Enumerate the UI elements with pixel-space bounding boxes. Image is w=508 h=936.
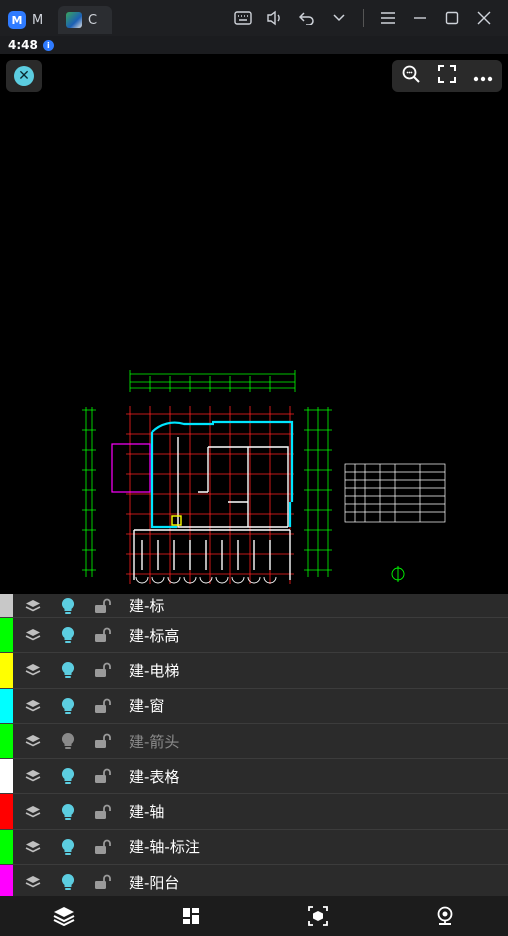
- fullscreen-icon[interactable]: [437, 65, 456, 87]
- layer-color-swatch[interactable]: [0, 618, 13, 653]
- layer-stack-icon[interactable]: [24, 873, 42, 891]
- unlock-icon[interactable]: [94, 838, 112, 856]
- app-logo-icon: M: [8, 11, 26, 29]
- layer-row[interactable]: 建-轴: [0, 794, 508, 830]
- bottom-toolbar: [0, 896, 508, 936]
- back-icon[interactable]: [293, 4, 321, 32]
- status-bar: 4:48 i: [0, 36, 508, 54]
- lightbulb-icon[interactable]: [59, 838, 77, 856]
- menu-icon[interactable]: [374, 4, 402, 32]
- layer-name: 建-电梯: [129, 661, 180, 680]
- layout-button[interactable]: [171, 898, 211, 934]
- cube-scan-icon: [307, 906, 328, 926]
- layer-color-swatch[interactable]: [0, 653, 13, 688]
- layer-stack-icon[interactable]: [24, 803, 42, 821]
- tab-label: C: [88, 12, 98, 28]
- layer-row[interactable]: 建-阳台: [0, 865, 508, 896]
- layer-stack-icon[interactable]: [24, 697, 42, 715]
- layer-stack-icon[interactable]: [24, 661, 42, 679]
- lightbulb-icon[interactable]: [59, 626, 77, 644]
- keyboard-icon[interactable]: [229, 4, 257, 32]
- layer-row[interactable]: 建-标: [0, 594, 508, 618]
- layer-row[interactable]: 建-窗: [0, 688, 508, 724]
- unlock-icon[interactable]: [94, 626, 112, 644]
- layer-stack-icon[interactable]: [24, 732, 42, 750]
- webcam-icon: [437, 906, 452, 925]
- layers-button[interactable]: [44, 898, 84, 934]
- layer-color-swatch[interactable]: [0, 865, 13, 896]
- lightbulb-icon[interactable]: [59, 732, 77, 750]
- unlock-icon[interactable]: [94, 873, 112, 891]
- layer-row[interactable]: 建-电梯: [0, 653, 508, 689]
- maximize-icon[interactable]: [438, 4, 466, 32]
- unlock-icon[interactable]: [94, 803, 112, 821]
- layer-name: 建-箭头: [129, 732, 180, 751]
- layer-color-swatch[interactable]: [0, 723, 13, 759]
- close-drawing-button[interactable]: ✕: [6, 60, 42, 92]
- lightbulb-icon[interactable]: [59, 661, 77, 679]
- lightbulb-icon[interactable]: [59, 697, 77, 715]
- layer-stack-icon[interactable]: [24, 838, 42, 856]
- tab-cad[interactable]: C: [58, 6, 112, 34]
- layer-row[interactable]: 建-表格: [0, 759, 508, 795]
- layer-stack-icon[interactable]: [24, 626, 42, 644]
- unlock-icon[interactable]: [94, 661, 112, 679]
- layer-color-swatch[interactable]: [0, 759, 13, 794]
- layer-color-swatch[interactable]: [0, 594, 13, 617]
- layer-name: 建-标: [129, 597, 165, 615]
- tab-label: M: [32, 12, 44, 28]
- viewer-toolbar: [392, 60, 502, 92]
- unlock-icon[interactable]: [94, 732, 112, 750]
- layers-icon: [53, 907, 74, 926]
- layer-color-swatch[interactable]: [0, 794, 13, 829]
- layer-name: 建-窗: [129, 697, 165, 716]
- volume-icon[interactable]: [261, 4, 289, 32]
- more-options-icon[interactable]: [473, 67, 493, 86]
- zoom-icon[interactable]: [401, 64, 421, 88]
- unlock-icon[interactable]: [94, 697, 112, 715]
- lightbulb-icon[interactable]: [59, 803, 77, 821]
- layer-name: 建-阳台: [129, 873, 180, 892]
- lightbulb-icon[interactable]: [59, 597, 77, 615]
- info-badge-icon: i: [42, 39, 54, 51]
- layer-list-panel: 建-标建-标高建-电梯建-窗建-箭头建-表格建-轴建-轴-标注 建-阳台: [0, 594, 508, 896]
- layer-name: 建-轴-标注: [129, 838, 200, 857]
- layer-stack-icon[interactable]: [24, 767, 42, 785]
- layer-name: 建-标高: [129, 626, 180, 645]
- tab-app[interactable]: M M: [0, 6, 56, 34]
- layer-row[interactable]: 建-轴-标注: [0, 829, 508, 866]
- window-titlebar: M M C: [0, 0, 508, 36]
- chevron-down-icon[interactable]: [325, 4, 353, 32]
- unlock-icon[interactable]: [94, 597, 112, 615]
- toolbar-divider: [363, 9, 364, 27]
- unlock-icon[interactable]: [94, 767, 112, 785]
- layout-grid-icon: [182, 908, 199, 924]
- app-thumbnail-icon: [66, 12, 82, 28]
- 3d-view-button[interactable]: [298, 898, 338, 934]
- lightbulb-icon[interactable]: [59, 767, 77, 785]
- floor-plan-drawing: [82, 370, 446, 584]
- layer-name: 建-轴: [129, 803, 165, 822]
- camera-button[interactable]: [425, 898, 465, 934]
- layer-stack-icon[interactable]: [24, 597, 42, 615]
- minimize-icon[interactable]: [406, 4, 434, 32]
- status-time: 4:48: [8, 38, 38, 52]
- lightbulb-icon[interactable]: [59, 873, 77, 891]
- cad-viewer-canvas[interactable]: ✕: [0, 54, 508, 594]
- close-window-icon[interactable]: [470, 4, 498, 32]
- layer-color-swatch[interactable]: [0, 829, 13, 865]
- layer-row[interactable]: 建-标高: [0, 618, 508, 654]
- layer-name: 建-表格: [129, 767, 180, 786]
- layer-color-swatch[interactable]: [0, 688, 13, 723]
- close-icon: ✕: [14, 66, 34, 86]
- layer-row[interactable]: 建-箭头: [0, 723, 508, 760]
